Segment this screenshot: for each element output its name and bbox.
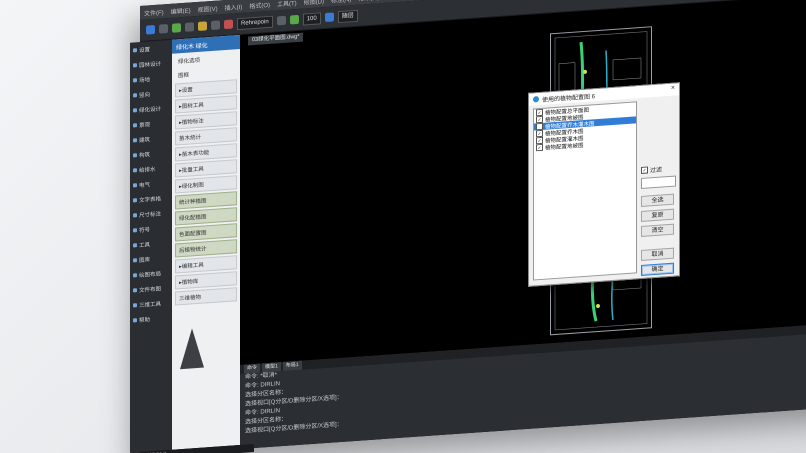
panel-item[interactable]: 绿化配植图	[175, 207, 237, 226]
sidebar-item-icon	[133, 107, 137, 112]
filter-checkbox[interactable]: ✓ 过滤	[641, 164, 662, 174]
sidebar-item-icon	[133, 92, 137, 97]
cad-application-window: 文件(F) 编辑(E) 视图(V) 插入(I) 格式(O) 工具(T) 绘图(D) 标注(N)…	[130, 0, 806, 453]
sidebar-item-icon	[133, 272, 137, 277]
sidebar-item[interactable]: 帮助	[130, 310, 172, 328]
sidebar-item-label: 景观	[139, 121, 151, 129]
panel-item[interactable]: ▸植物库	[175, 271, 237, 290]
clear-button[interactable]: 清空	[641, 223, 674, 237]
sidebar-item-icon	[133, 137, 137, 142]
sidebar-item-label: 尺寸标注	[139, 211, 162, 219]
menu-item[interactable]: 工具(T)	[277, 0, 297, 8]
redo-icon[interactable]	[211, 20, 220, 31]
filter-input[interactable]	[641, 175, 676, 189]
match-properties-icon[interactable]	[324, 12, 334, 23]
sidebar-item-icon	[133, 62, 137, 67]
restore-button[interactable]: 复原	[641, 208, 674, 222]
panel-item[interactable]: ▸苗木表功能	[175, 143, 237, 162]
sidebar-item-icon	[133, 257, 137, 262]
color-icon[interactable]	[276, 15, 286, 26]
checkbox-icon[interactable]: ✓	[536, 143, 543, 152]
sidebar-item-icon	[133, 317, 137, 322]
lineweight-select[interactable]: 随层	[337, 9, 358, 23]
sidebar-item-label: 符号	[139, 226, 151, 234]
plant-configuration-dialog: 使用的植物配置图 6 × ✓ 植物配置总平面图 ✓ 植物配置地被图 植物配置乔木灌木图 ✓…	[528, 82, 680, 287]
menu-item[interactable]: 视图(V)	[198, 3, 218, 13]
linetype-icon[interactable]	[289, 14, 299, 25]
sidebar-item-label: 文件布图	[139, 286, 162, 294]
layer-icon[interactable]	[224, 19, 233, 30]
command-tab[interactable]: 布局1	[282, 360, 302, 372]
sidebar-item-label: 文字表格	[139, 196, 162, 204]
panel-item[interactable]: 苗木统计	[175, 127, 237, 146]
sidebar-item-icon	[133, 287, 137, 292]
sidebar-item-icon	[133, 47, 137, 52]
greening-panel: 绿化木 绿化 绿化选项 图框 ▸设置 ▸图树工具 ▸植物标注 苗木统计 ▸苗木表功能 ▸批量工…	[172, 34, 241, 450]
print-icon[interactable]	[185, 22, 194, 32]
drawing-list[interactable]: ✓ 植物配置总平面图 ✓ 植物配置地被图 植物配置乔木灌木图 ✓ 植物配置乔木图 ✓ 植物配置灌…	[533, 101, 637, 281]
scale-select[interactable]: 100	[302, 11, 321, 26]
sidebar-item-label: 场地	[139, 76, 151, 84]
sidebar-item-icon	[133, 302, 137, 307]
menu-item[interactable]: 修改(M)	[358, 0, 379, 2]
ok-button[interactable]: 确定	[641, 262, 674, 276]
menu-item[interactable]: 标注(N)	[331, 0, 351, 4]
panel-item[interactable]: 后植物统计	[175, 239, 237, 258]
menu-item[interactable]: 格式(O)	[249, 0, 270, 10]
sidebar-item-label: 建筑	[139, 136, 151, 144]
panel-item[interactable]: ▸植物标注	[175, 111, 237, 130]
sidebar-item-label: 工具	[139, 241, 151, 249]
sidebar-item-label: 电气	[139, 181, 151, 189]
sidebar-item-icon	[133, 122, 137, 127]
layer-select[interactable]: Rehrepoin	[237, 15, 273, 30]
cancel-button[interactable]: 取消	[641, 247, 674, 261]
sidebar-item-label: 竖向	[139, 91, 151, 99]
dialog-title: 使用的植物配置图 6	[542, 93, 596, 104]
sidebar-item-label: 设置	[139, 46, 151, 54]
filter-label: 过滤	[650, 167, 663, 175]
close-icon[interactable]: ×	[671, 85, 675, 92]
ucs-triangle-icon	[180, 327, 204, 370]
menu-item[interactable]: 绘图(D)	[304, 0, 324, 6]
panel-item[interactable]: 三维植物	[175, 287, 237, 306]
sidebar-item-icon	[133, 182, 137, 187]
desktop-backdrop: 文件(F) 编辑(E) 视图(V) 插入(I) 格式(O) 工具(T) 绘图(D) 标注(N)…	[0, 0, 806, 453]
sidebar-item-label: 给排水	[139, 166, 156, 174]
panel-item[interactable]: ▸图树工具	[175, 95, 237, 114]
panel-item[interactable]: 统计种植图	[175, 191, 237, 210]
drawing-tab[interactable]: 03绿化平面图.dwg*	[248, 32, 304, 46]
panel-item[interactable]: ▸绿化制图	[175, 175, 237, 194]
panel-item[interactable]: ▸编辑工具	[175, 255, 237, 274]
sidebar-item-icon	[133, 242, 137, 247]
panel-item[interactable]: ▸批量工具	[175, 159, 237, 178]
menu-item[interactable]: 插入(I)	[225, 1, 243, 11]
sidebar-item-icon	[133, 152, 137, 157]
undo-icon[interactable]	[198, 21, 207, 31]
sidebar-item-label: 构筑	[139, 151, 151, 159]
select-all-button[interactable]: 全选	[641, 193, 674, 207]
sidebar-item-label: 三维工具	[139, 301, 162, 309]
left-sidebar: 设置园林设计场地竖向绿化设计景观建筑构筑给排水电气文字表格尺寸标注符号工具图库绘…	[130, 39, 173, 453]
sidebar-item-label: 图库	[139, 256, 151, 264]
app-icon	[533, 96, 539, 103]
new-file-icon[interactable]	[146, 24, 155, 35]
sidebar-item-icon	[133, 227, 137, 232]
menu-item[interactable]: 编辑(E)	[171, 5, 191, 15]
sidebar-item-icon	[133, 167, 137, 172]
checkbox-icon[interactable]: ✓	[641, 166, 648, 174]
panel-item[interactable]: 色面配置图	[175, 223, 237, 242]
sidebar-item-label: 帮助	[139, 316, 151, 324]
panel-item[interactable]: ▸设置	[175, 79, 237, 98]
sidebar-item-icon	[133, 197, 137, 202]
menu-item[interactable]: 文件(F)	[144, 7, 164, 17]
open-file-icon[interactable]	[159, 24, 168, 34]
drawing-canvas[interactable]: 03绿化平面图.dwg* 使用的植物配置图 6 × ✓ 植物配置总平面图 ✓ 植…	[240, 0, 806, 366]
save-icon[interactable]	[172, 23, 181, 33]
sidebar-item-icon	[133, 77, 137, 82]
sidebar-item-icon	[133, 212, 137, 217]
sidebar-item-label: 园林设计	[139, 61, 162, 69]
sidebar-item-label: 绿化设计	[139, 106, 162, 114]
sidebar-item-label: 绘图布局	[139, 271, 162, 279]
